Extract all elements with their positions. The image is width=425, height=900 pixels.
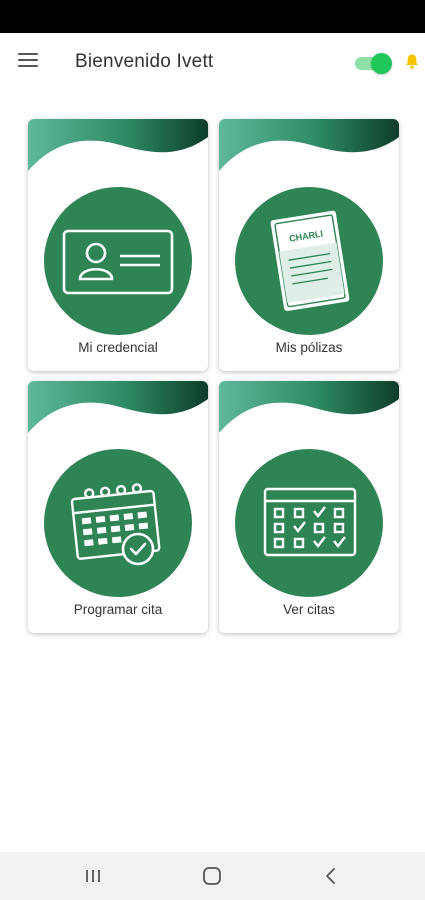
home-icon[interactable] — [197, 864, 227, 888]
toggle-thumb — [371, 53, 392, 74]
bell-icon[interactable] — [404, 53, 420, 71]
status-toggle[interactable] — [355, 53, 393, 74]
recent-apps-icon[interactable] — [79, 864, 109, 888]
hamburger-menu-icon[interactable] — [18, 53, 40, 71]
card-label: Mis pólizas — [275, 340, 343, 355]
card-label: Ver citas — [283, 602, 335, 617]
card-wave-decoration — [28, 381, 208, 433]
card-label: Programar cita — [73, 602, 163, 617]
back-icon[interactable] — [316, 864, 346, 888]
page-title: Bienvenido Ivett — [75, 51, 214, 72]
card-wave-decoration — [219, 119, 399, 171]
card-mis-polizas[interactable]: CHARLI Mis pólizas — [219, 119, 399, 371]
calendar-checklist-icon — [235, 449, 383, 597]
system-nav-bar — [0, 852, 425, 900]
card-programar-cita[interactable]: Programar cita — [28, 381, 208, 633]
card-wave-decoration — [28, 119, 208, 171]
status-bar — [0, 0, 425, 33]
card-ver-citas[interactable]: Ver citas — [219, 381, 399, 633]
app-bar: Bienvenido Ivett — [0, 33, 425, 91]
calendar-clock-icon — [44, 449, 192, 597]
card-mi-credencial[interactable]: Mi credencial — [28, 119, 208, 371]
policy-document-icon: CHARLI — [235, 187, 383, 335]
card-wave-decoration — [219, 381, 399, 433]
card-label: Mi credencial — [78, 340, 158, 355]
id-card-icon — [44, 187, 192, 335]
